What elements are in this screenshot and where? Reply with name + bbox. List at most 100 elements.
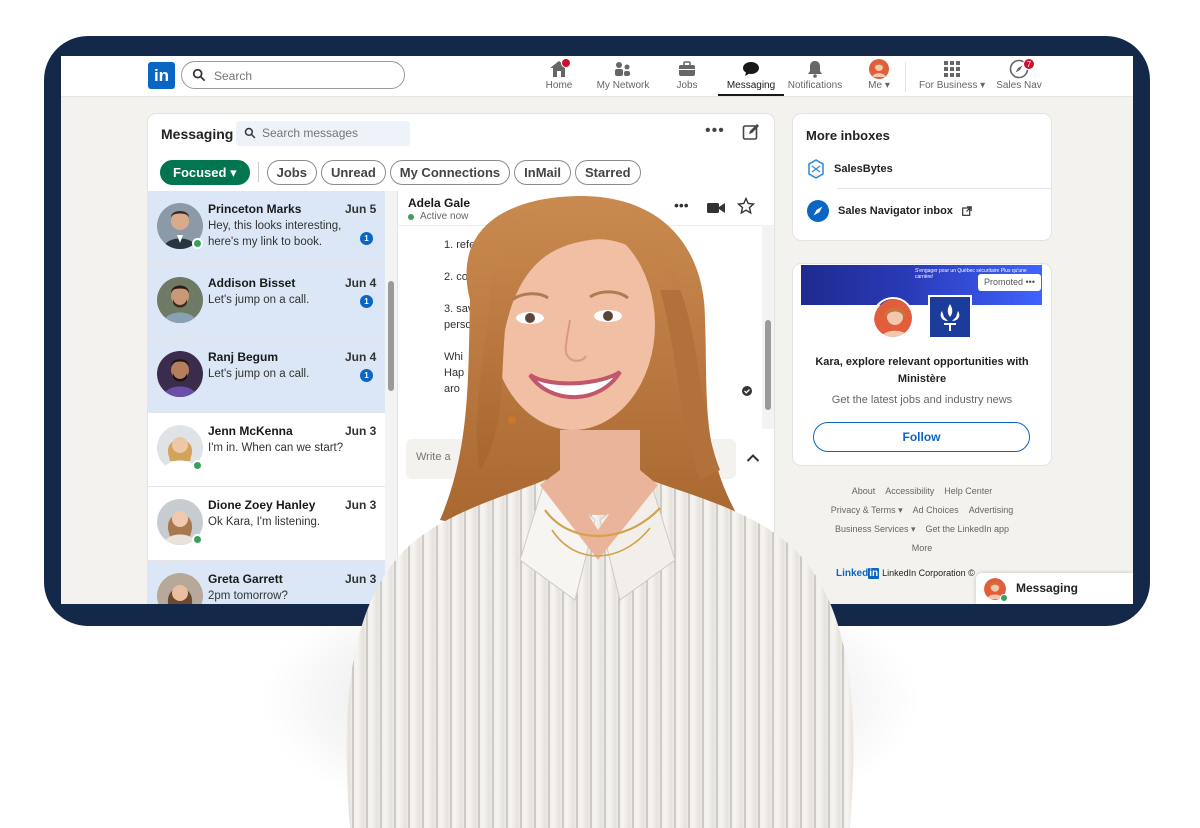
- online-indicator: [1000, 594, 1008, 602]
- divider: [837, 188, 1051, 189]
- avatar: [157, 351, 203, 397]
- unread-count-badge: 1: [360, 232, 373, 245]
- nav-messaging[interactable]: Messaging: [718, 58, 784, 96]
- more-options-icon[interactable]: •••: [674, 197, 689, 213]
- online-indicator: [192, 534, 203, 545]
- compose-icon[interactable]: [742, 123, 760, 141]
- thread-scrollbar[interactable]: [762, 225, 774, 429]
- nav-divider: [905, 62, 906, 92]
- promoted-label[interactable]: Promoted •••: [978, 274, 1041, 291]
- nav-home[interactable]: Home: [539, 58, 579, 96]
- footer-link-ad-choices[interactable]: Ad Choices: [913, 505, 959, 515]
- external-link-icon: [962, 206, 972, 216]
- video-call-icon[interactable]: [707, 202, 725, 214]
- home-badge: [561, 58, 571, 68]
- conversation-preview: Hey, this looks interesting, here's my l…: [208, 220, 342, 248]
- conversation-item[interactable]: Dione Zoey Hanley Jun 3 Ok Kara, I'm lis…: [148, 487, 385, 561]
- star-icon[interactable]: [737, 197, 755, 215]
- follow-button[interactable]: Follow: [813, 422, 1030, 452]
- message-line: 3. sav: [444, 303, 474, 315]
- conversation-name: Dione Zoey Hanley: [208, 498, 316, 512]
- nav-my-network[interactable]: My Network: [594, 58, 652, 96]
- nav-messaging-label: Messaging: [726, 80, 776, 91]
- conversation-preview: Let's jump on a call.: [208, 368, 310, 380]
- avatar: [157, 573, 203, 604]
- conversation-scrollbar[interactable]: [385, 191, 397, 604]
- conversation-list: Princeton Marks Jun 5 Hey, this looks in…: [148, 191, 385, 604]
- filter-my-connections[interactable]: My Connections: [389, 159, 511, 185]
- nav-jobs-label: Jobs: [676, 80, 698, 91]
- search-input[interactable]: [214, 67, 394, 85]
- conversation-name: Addison Bisset: [208, 276, 296, 290]
- nav-notifications[interactable]: Notifications: [787, 58, 843, 96]
- filter-focused[interactable]: Focused ▾: [160, 159, 250, 185]
- footer-link-more[interactable]: More: [912, 543, 933, 553]
- conversation-date: Jun 3: [345, 424, 377, 438]
- chevron-down-icon: ▾: [884, 80, 890, 91]
- nav-me-label: Me: [868, 80, 883, 91]
- search-box[interactable]: [181, 61, 405, 89]
- footer-link-business-services[interactable]: Business Services ▾: [835, 524, 916, 534]
- conversation-item[interactable]: Addison Bisset Jun 4 Let's jump on a cal…: [148, 265, 385, 339]
- avatar: [872, 297, 914, 339]
- message-compose-box[interactable]: [406, 439, 736, 479]
- inbox-sales-navigator[interactable]: Sales Navigator inbox: [807, 199, 972, 223]
- nav-sales-nav-label: Sales Nav: [996, 80, 1042, 91]
- promo-banner: S'engager pour un Québec sécuritaire Plu…: [801, 265, 1042, 305]
- sales-nav-badge: 7: [1023, 58, 1035, 70]
- message-line: Hap: [444, 367, 465, 379]
- conversation-date: Jun 4: [345, 276, 377, 290]
- footer-link-help-center[interactable]: Help Center: [944, 486, 992, 496]
- footer-link-privacy-terms[interactable]: Privacy & Terms ▾: [831, 505, 903, 515]
- messaging-widget[interactable]: Messaging: [976, 573, 1133, 604]
- network-icon: [615, 62, 630, 76]
- thread-contact-name[interactable]: Adela Gale: [408, 196, 470, 210]
- conversation-item[interactable]: Jenn McKenna Jun 3 I'm in. When can we s…: [148, 413, 385, 487]
- linkedin-logo[interactable]: in: [148, 62, 175, 89]
- conversation-item[interactable]: Princeton Marks Jun 5 Hey, this looks in…: [148, 191, 385, 265]
- message-line: Whi: [444, 351, 463, 363]
- salesbytes-icon: [808, 159, 824, 179]
- nav-jobs[interactable]: Jobs: [667, 58, 707, 96]
- message-line: 1. referral: [444, 239, 492, 251]
- footer-link-get-app[interactable]: Get the LinkedIn app: [926, 524, 1010, 534]
- footer-link-advertising[interactable]: Advertising: [969, 505, 1014, 515]
- grid-icon: [944, 61, 960, 77]
- messaging-title: Messaging: [161, 126, 234, 142]
- filter-inmail[interactable]: InMail: [514, 159, 572, 185]
- filter-unread[interactable]: Unread: [320, 159, 386, 185]
- footer-link-accessibility[interactable]: Accessibility: [885, 486, 934, 496]
- filter-divider: [257, 162, 259, 182]
- message-input[interactable]: [416, 451, 716, 463]
- conversation-preview: I'm in. When can we start?: [208, 442, 344, 454]
- footer-brand: Linked: [836, 568, 869, 579]
- nav-sales-nav[interactable]: 7 Sales Nav: [995, 58, 1043, 96]
- thread-status: Active now: [420, 211, 469, 222]
- online-indicator: [192, 460, 203, 471]
- nav-notifications-label: Notifications: [787, 80, 843, 91]
- chevron-up-icon[interactable]: [746, 453, 760, 463]
- inbox-salesbytes[interactable]: SalesBytes: [807, 157, 893, 181]
- filter-starred[interactable]: Starred: [575, 159, 641, 185]
- conversation-preview: 2pm tomorrow?: [208, 590, 288, 602]
- briefcase-icon: [679, 61, 695, 76]
- message-search-input[interactable]: [262, 125, 402, 141]
- conversation-item[interactable]: Ranj Begum Jun 4 Let's jump on a call. 1: [148, 339, 385, 413]
- filter-bar: Focused ▾ Jobs Unread My Connections InM…: [160, 159, 641, 185]
- nav-me[interactable]: Me ▾: [859, 58, 899, 96]
- message-line: perso: [444, 319, 472, 331]
- footer-link-about[interactable]: About: [852, 486, 876, 496]
- conversation-date: Jun 3: [345, 498, 377, 512]
- ministere-logo: [928, 295, 972, 339]
- conversation-item[interactable]: Greta Garrett Jun 3 2pm tomorrow?: [148, 561, 385, 604]
- nav-for-business[interactable]: For Business ▾: [919, 58, 985, 96]
- more-options-icon[interactable]: •••: [705, 122, 725, 140]
- scroll-thumb[interactable]: [388, 281, 394, 391]
- filter-jobs[interactable]: Jobs: [266, 159, 317, 185]
- message-search[interactable]: [236, 121, 410, 146]
- conversation-name: Greta Garrett: [208, 572, 283, 586]
- me-avatar: [869, 59, 889, 79]
- top-nav: in Home My Network Jobs Messaging: [61, 56, 1133, 97]
- scroll-thumb[interactable]: [765, 320, 771, 410]
- footer-links: About Accessibility Help Center Privacy & …: [793, 482, 1051, 558]
